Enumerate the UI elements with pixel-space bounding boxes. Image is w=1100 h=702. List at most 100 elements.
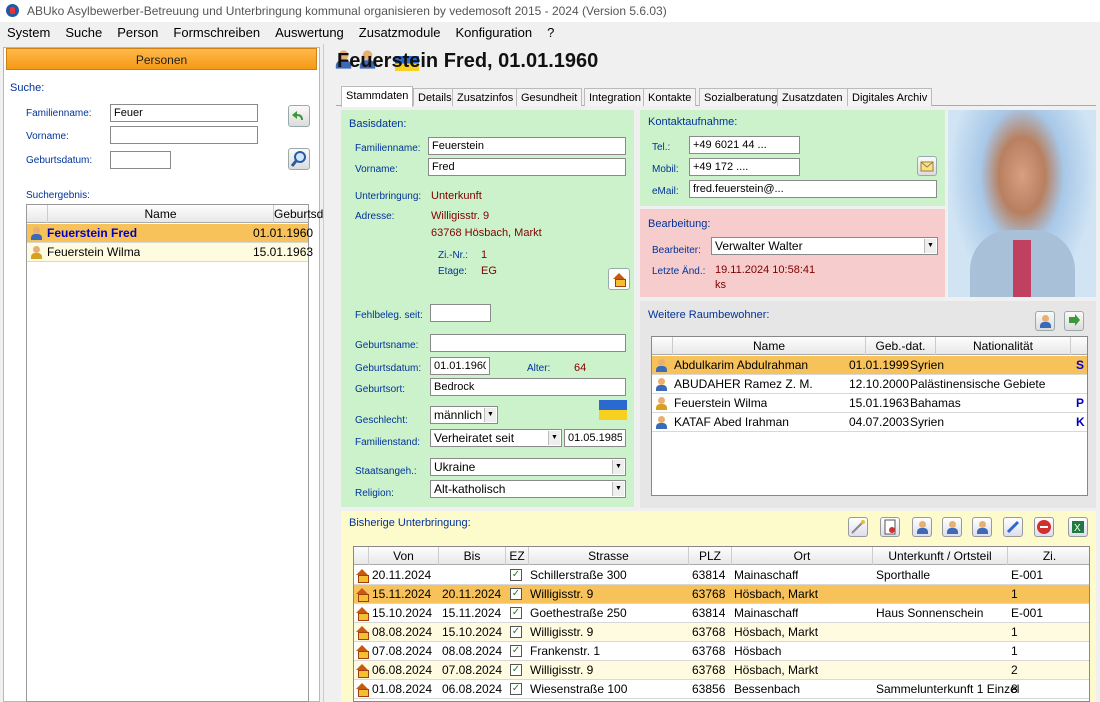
menu-zusatzmodule[interactable]: Zusatzmodule <box>352 22 449 44</box>
tab-zusatzinfos[interactable]: Zusatzinfos <box>452 88 519 106</box>
person-photo[interactable] <box>948 110 1096 297</box>
tab-kontakte[interactable]: Kontakte <box>643 88 697 106</box>
splitter[interactable] <box>323 44 327 702</box>
staatsang-select[interactable]: Ukraine ▼ <box>430 458 626 476</box>
goto-resident-button[interactable] <box>1064 311 1084 331</box>
resident-row[interactable]: Abdulkarim Abdulrahman 01.01.1999 Syrien S <box>652 356 1087 375</box>
ez-checkbox[interactable]: ✓ <box>510 683 522 695</box>
email-label: eMail: <box>652 186 679 197</box>
familienname-input[interactable] <box>428 137 626 155</box>
col-name-header[interactable]: Name <box>672 337 865 355</box>
search-button[interactable] <box>288 148 310 170</box>
geburtsdatum-search-input[interactable] <box>110 151 171 169</box>
tab-digitales-archiv[interactable]: Digitales Archiv <box>847 88 933 106</box>
unterbringung-row[interactable]: ✓ 06.08.2024 07.08.2024 Willigisstr. 9 63768… <box>354 661 1089 680</box>
fehlbeleg-input[interactable] <box>430 304 491 322</box>
house-icon <box>613 273 626 287</box>
resident-row[interactable]: ABUDAHER Ramez Z. M. 12.10.2000 Palästinen… <box>652 375 1087 394</box>
female-person-icon <box>31 246 42 259</box>
svg-text:X: X <box>1074 523 1081 534</box>
unterbringung-value: Unterkunft <box>431 190 482 202</box>
resident-row[interactable]: Feuerstein Wilma 15.01.1963 Bahamas P <box>652 394 1087 413</box>
menu-system[interactable]: System <box>0 22 58 44</box>
col-gebdat-header[interactable]: Geb.-dat. <box>865 337 935 355</box>
residents-button[interactable] <box>1035 311 1055 331</box>
geburtsdatum-input[interactable] <box>430 357 490 375</box>
col-nationalitaet-header[interactable]: Nationalität <box>935 337 1070 355</box>
col-name-header[interactable]: Name <box>47 205 273 223</box>
menu-suche[interactable]: Suche <box>58 22 110 44</box>
menu-formschreiben[interactable]: Formschreiben <box>166 22 268 44</box>
mobil-input[interactable] <box>689 158 800 176</box>
ez-checkbox[interactable]: ✓ <box>510 569 522 581</box>
ez-checkbox[interactable]: ✓ <box>510 607 522 619</box>
unterbringung-row[interactable]: ✓ 15.11.2024 20.11.2024 Willigisstr. 9 63768… <box>354 585 1089 604</box>
familienname-search-input[interactable] <box>110 104 258 122</box>
tab-details[interactable]: Details <box>413 88 457 106</box>
unterbringung-row[interactable]: ✓ 20.11.2024 Schillerstraße 300 63814 Mainas… <box>354 566 1089 585</box>
col-strasse-header[interactable]: Strasse <box>528 547 688 565</box>
chevron-down-icon: ▼ <box>484 408 496 422</box>
tab-integration[interactable]: Integration <box>584 88 646 106</box>
menu-auswertung[interactable]: Auswertung <box>268 22 352 44</box>
col-zi-header[interactable]: Zi. <box>1007 547 1091 565</box>
ez-checkbox[interactable]: ✓ <box>510 645 522 657</box>
unterbringung-row[interactable]: ✓ 01.08.2024 06.08.2024 Wiesenstraße 100 638… <box>354 680 1089 699</box>
address-button[interactable] <box>608 268 630 290</box>
cell-zi: 8 <box>1011 682 1018 696</box>
col-bis-header[interactable]: Bis <box>438 547 505 565</box>
tab-gesundheit[interactable]: Gesundheit <box>516 88 583 106</box>
delete-button[interactable] <box>1034 517 1054 537</box>
bearbeiter-select[interactable]: Verwalter Walter ▼ <box>711 237 938 255</box>
col-von-header[interactable]: Von <box>368 547 438 565</box>
letzte-user: ks <box>715 279 726 291</box>
col-ort-header[interactable]: Ort <box>731 547 872 565</box>
familienstand-select[interactable]: Verheiratet seit ▼ <box>430 429 562 447</box>
cell-str: Willigisstr. 9 <box>530 663 594 677</box>
familienstand-date-input[interactable] <box>564 429 626 447</box>
geburtsname-input[interactable] <box>430 334 626 352</box>
excel-export-button[interactable]: X <box>1068 517 1088 537</box>
resident-flag: P <box>1076 396 1085 410</box>
tel-label: Tel.: <box>652 142 671 153</box>
religion-select[interactable]: Alt-katholisch ▼ <box>430 480 626 498</box>
resident-geb: 15.01.1963 <box>849 396 910 410</box>
ez-checkbox[interactable]: ✓ <box>510 664 522 676</box>
vorname-search-input[interactable] <box>110 126 258 144</box>
geburtsort-input[interactable] <box>430 378 626 396</box>
result-row[interactable]: Feuerstein Fred 01.01.1960 <box>27 224 313 243</box>
tab-sozialberatung[interactable]: Sozialberatung <box>699 88 783 106</box>
email-input[interactable] <box>689 180 937 198</box>
menu-konfiguration[interactable]: Konfiguration <box>448 22 540 44</box>
document-button[interactable] <box>880 517 900 537</box>
unterbringung-row[interactable]: ✓ 08.08.2024 15.10.2024 Willigisstr. 9 63768… <box>354 623 1089 642</box>
result-row[interactable]: Feuerstein Wilma 15.01.1963 <box>27 243 313 262</box>
edit-button[interactable] <box>1003 517 1023 537</box>
ez-checkbox[interactable]: ✓ <box>510 626 522 638</box>
tel-input[interactable] <box>689 136 800 154</box>
menu-person[interactable]: Person <box>110 22 166 44</box>
reset-search-button[interactable] <box>288 105 310 127</box>
excel-icon: X <box>1072 521 1084 534</box>
send-email-button[interactable] <box>917 156 937 176</box>
tab-zusatzdaten[interactable]: Zusatzdaten <box>777 88 848 106</box>
person-add-button[interactable] <box>942 517 962 537</box>
mobil-label: Mobil: <box>652 164 679 175</box>
unterbringung-row[interactable]: ✓ 15.10.2024 15.11.2024 Goethestraße 250 638… <box>354 604 1089 623</box>
col-unterkunft-header[interactable]: Unterkunft / Ortsteil <box>872 547 1007 565</box>
result-geb: 01.01.1960 <box>253 226 314 240</box>
menu-help[interactable]: ? <box>540 22 562 44</box>
unterbringung-row[interactable]: ✓ 07.08.2024 08.08.2024 Frankenstr. 1 63768 H… <box>354 642 1089 661</box>
vorname-input[interactable] <box>428 158 626 176</box>
person-remove-button[interactable] <box>972 517 992 537</box>
magic-wand-button[interactable] <box>848 517 868 537</box>
col-geb-header[interactable]: Geburtsd. <box>273 205 327 223</box>
resident-row[interactable]: KATAF Abed Irahman 04.07.2003 Syrien K <box>652 413 1087 432</box>
col-plz-header[interactable]: PLZ <box>688 547 731 565</box>
tab-stammdaten[interactable]: Stammdaten <box>341 86 414 107</box>
ez-checkbox[interactable]: ✓ <box>510 588 522 600</box>
col-ez-header[interactable]: EZ <box>505 547 528 565</box>
person-action-button[interactable] <box>912 517 932 537</box>
ukraine-flag-icon <box>599 400 627 420</box>
geschlecht-select[interactable]: männlich ▼ <box>430 406 498 424</box>
